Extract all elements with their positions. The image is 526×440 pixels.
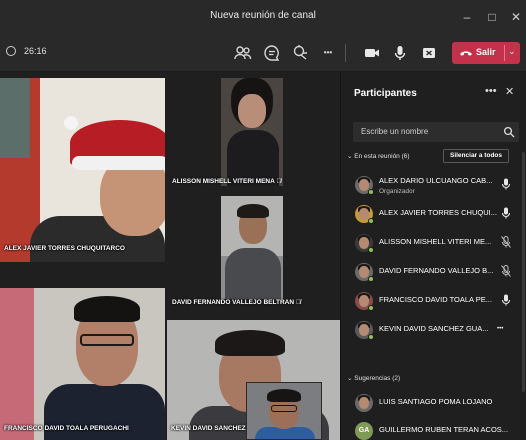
video-name-label: DAVID FERNANDO VALLEJO BELTRAN 🎙̸ — [172, 299, 301, 306]
microphone-icon — [501, 294, 511, 306]
microphone-icon — [501, 178, 511, 190]
muted-mic-icon: 🎙̸ — [276, 178, 282, 185]
self-view-video[interactable] — [246, 382, 322, 440]
video-tile-alex-javier[interactable]: ALEX JAVIER TORRES CHUQUITARCO — [0, 78, 165, 262]
mute-all-button[interactable]: Silenciar a todos — [443, 149, 509, 163]
leave-button[interactable]: Salir ⌄ — [452, 42, 520, 64]
people-icon — [234, 46, 252, 60]
in-meeting-section-header[interactable]: ⌄ En esta reunión (6) — [347, 152, 410, 160]
video-camera-icon — [365, 49, 379, 57]
participants-panel: Participantes ••• ✕ Escribe un nombre ⌄ … — [340, 72, 526, 440]
microphone-button[interactable] — [390, 43, 410, 63]
hand-icon — [293, 45, 307, 60]
microphone-icon — [394, 46, 406, 60]
muted-microphone-icon — [501, 236, 511, 248]
participant-row[interactable]: ALEX JAVIER TORRES CHUQUI... — [355, 203, 523, 229]
panel-scrollbar[interactable] — [522, 152, 525, 392]
search-placeholder: Escribe un nombre — [361, 127, 429, 136]
participant-row[interactable]: ALEX DARIO ULCUANGO CAB... Organizador — [355, 174, 523, 200]
share-screen-button[interactable] — [419, 43, 439, 63]
video-tile-david-fernando[interactable] — [221, 196, 283, 299]
available-status-icon — [368, 189, 374, 195]
panel-more-button[interactable]: ••• — [485, 85, 497, 97]
more-actions-button[interactable]: ••• — [318, 43, 338, 63]
hang-up-phone-icon — [460, 51, 472, 56]
panel-close-button[interactable]: ✕ — [505, 85, 514, 98]
participant-name: LUIS SANTIAGO POMA LOJANO — [379, 397, 493, 406]
chevron-down-icon: ⌄ — [347, 375, 353, 382]
participant-name: DAVID FERNANDO VALLEJO B... — [379, 266, 494, 275]
participant-name: ALEX DARIO ULCUANGO CAB... — [379, 176, 493, 185]
participant-name: FRANCISCO DAVID TOALA PE... — [379, 295, 492, 304]
video-tile-alisson[interactable] — [221, 78, 283, 186]
minimize-button[interactable]: – — [458, 9, 476, 25]
meeting-timer: 26:16 — [24, 46, 47, 56]
chat-icon — [264, 45, 280, 61]
participant-name: KEVIN DAVID SANCHEZ GUA... — [379, 324, 489, 333]
available-status-icon — [368, 276, 374, 282]
participant-more-button[interactable]: ••• — [497, 326, 511, 338]
chat-button[interactable] — [262, 43, 282, 63]
camera-button[interactable] — [362, 43, 382, 63]
participant-row[interactable]: FRANCISCO DAVID TOALA PE... — [355, 290, 523, 316]
muted-mic-icon: 🎙̸ — [295, 299, 301, 306]
muted-microphone-icon — [501, 265, 511, 277]
participant-row[interactable]: ALISSON MISHELL VITERI ME... — [355, 232, 523, 258]
available-status-icon — [368, 305, 374, 311]
timer-icon — [6, 46, 16, 56]
video-name-label: FRANCISCO DAVID TOALA PERUGACHI — [4, 425, 129, 432]
title-bar: Nueva reunión de canal – □ ✕ — [0, 0, 526, 34]
close-window-button[interactable]: ✕ — [507, 9, 525, 25]
leave-label: Salir — [476, 47, 496, 57]
microphone-icon — [501, 207, 511, 219]
video-tile-francisco[interactable]: FRANCISCO DAVID TOALA PERUGACHI — [0, 288, 165, 440]
glasses — [80, 334, 134, 346]
participant-search-input[interactable]: Escribe un nombre — [353, 122, 519, 142]
suggestions-section-header[interactable]: ⌄ Sugerencias (2) — [347, 374, 400, 382]
suggestion-row[interactable]: GA GUILLERMO RUBEN TERAN ACOS... — [355, 420, 523, 440]
share-screen-icon — [423, 48, 435, 58]
participant-name: ALISSON MISHELL VITERI ME... — [379, 237, 492, 246]
participant-name: ALEX JAVIER TORRES CHUQUI... — [379, 208, 497, 217]
leave-divider — [504, 45, 505, 61]
window-title: Nueva reunión de canal — [210, 10, 316, 21]
participant-role: Organizador — [379, 188, 415, 195]
initials-avatar: GA — [355, 422, 373, 440]
video-stage: ALEX JAVIER TORRES CHUQUITARCO ALISSON M… — [0, 72, 340, 440]
participant-name: GUILLERMO RUBEN TERAN ACOS... — [379, 425, 509, 434]
panel-title: Participantes — [354, 88, 417, 99]
available-status-icon — [368, 247, 374, 253]
suggestion-row[interactable]: LUIS SANTIAGO POMA LOJANO — [355, 392, 523, 418]
leave-options-chevron-icon[interactable]: ⌄ — [508, 46, 516, 57]
raise-hand-button[interactable] — [291, 43, 311, 63]
meeting-toolbar: 26:16 ••• Salir ⌄ — [0, 34, 526, 72]
video-name-label: KEVIN DAVID SANCHEZ — [171, 425, 246, 432]
chevron-down-icon: ⌄ — [347, 153, 353, 160]
maximize-button[interactable]: □ — [483, 9, 501, 25]
toolbar-divider — [345, 44, 346, 62]
participant-row[interactable]: KEVIN DAVID SANCHEZ GUA... ••• — [355, 319, 523, 345]
avatar — [355, 394, 373, 412]
video-name-label: ALISSON MISHELL VITERI MENA 🎙̸ — [172, 178, 282, 185]
available-status-icon — [368, 218, 374, 224]
participants-button[interactable] — [233, 43, 253, 63]
participant-row[interactable]: DAVID FERNANDO VALLEJO B... — [355, 261, 523, 287]
video-name-label: ALEX JAVIER TORRES CHUQUITARCO — [4, 245, 125, 252]
search-icon — [503, 126, 515, 138]
available-status-icon — [368, 334, 374, 340]
